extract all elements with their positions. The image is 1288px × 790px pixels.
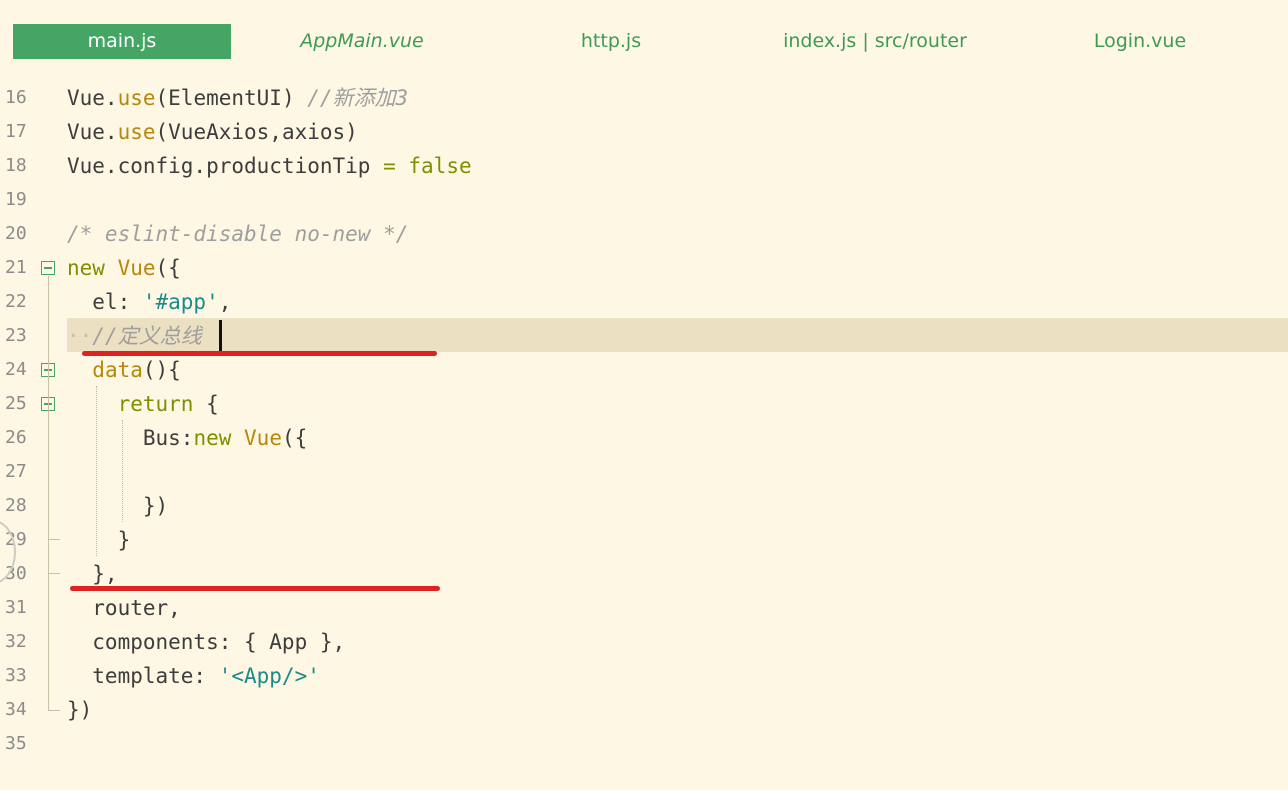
- code-line: Vue.use(ElementUI) //新添加3: [67, 86, 409, 110]
- line-number: 17: [5, 121, 27, 142]
- code-line: Vue.config.productionTip = false: [67, 154, 472, 178]
- code-line: router,: [67, 596, 181, 620]
- fold-end-marker: [48, 539, 60, 540]
- line-number: 35: [5, 733, 27, 754]
- annotation-underline: [82, 351, 437, 356]
- line-number: 28: [5, 495, 27, 516]
- line-number: 18: [5, 155, 27, 176]
- code-line: ··//定义总线: [67, 324, 202, 348]
- code-line: }): [67, 698, 93, 722]
- fold-collapse-icon[interactable]: [41, 261, 55, 275]
- code-line: Bus:new Vue({: [67, 426, 308, 450]
- line-number: 24: [5, 359, 27, 380]
- tab-index-js-router[interactable]: index.js | src/router: [750, 24, 1000, 59]
- line-number: 19: [5, 189, 27, 210]
- code-line: data(){: [92, 358, 181, 382]
- line-number: 20: [5, 223, 27, 244]
- tab-login-vue[interactable]: Login.vue: [1070, 24, 1210, 59]
- editor-tab-bar: main.js AppMain.vue http.js index.js | s…: [0, 0, 1288, 68]
- tab-appmain-vue[interactable]: AppMain.vue: [262, 24, 462, 59]
- line-number: 31: [5, 597, 27, 618]
- line-number: 32: [5, 631, 27, 652]
- fold-end-marker: [48, 710, 60, 711]
- fold-gutter-line: [48, 276, 49, 710]
- code-line: template: '<App/>': [67, 664, 320, 688]
- text-cursor: [219, 320, 222, 352]
- code-line: components: { App },: [67, 630, 346, 654]
- line-number: 16: [5, 87, 27, 108]
- code-line: new Vue({: [67, 256, 181, 280]
- tab-http-js[interactable]: http.js: [540, 24, 682, 59]
- line-number: 26: [5, 427, 27, 448]
- line-number: 23: [5, 325, 27, 346]
- line-number: 27: [5, 461, 27, 482]
- code-line: }: [67, 528, 131, 552]
- code-line: return {: [117, 392, 219, 416]
- line-number: 33: [5, 665, 27, 686]
- line-number: 21: [5, 257, 27, 278]
- code-editor[interactable]: 16 17 18 19 20 21 22 23 24 25 26 27 28 2…: [0, 80, 1288, 770]
- code-line: }): [67, 494, 169, 518]
- current-line-highlight: [67, 318, 1288, 352]
- tab-main-js[interactable]: main.js: [13, 24, 231, 59]
- code-line: Vue.use(VueAxios,axios): [67, 120, 358, 144]
- line-number: 25: [5, 393, 27, 414]
- annotation-underline: [70, 586, 440, 591]
- code-line: /* eslint-disable no-new */: [67, 222, 409, 246]
- fold-end-marker: [48, 573, 60, 574]
- line-number: 34: [5, 699, 27, 720]
- code-line: el: '#app',: [67, 290, 232, 314]
- line-number: 22: [5, 291, 27, 312]
